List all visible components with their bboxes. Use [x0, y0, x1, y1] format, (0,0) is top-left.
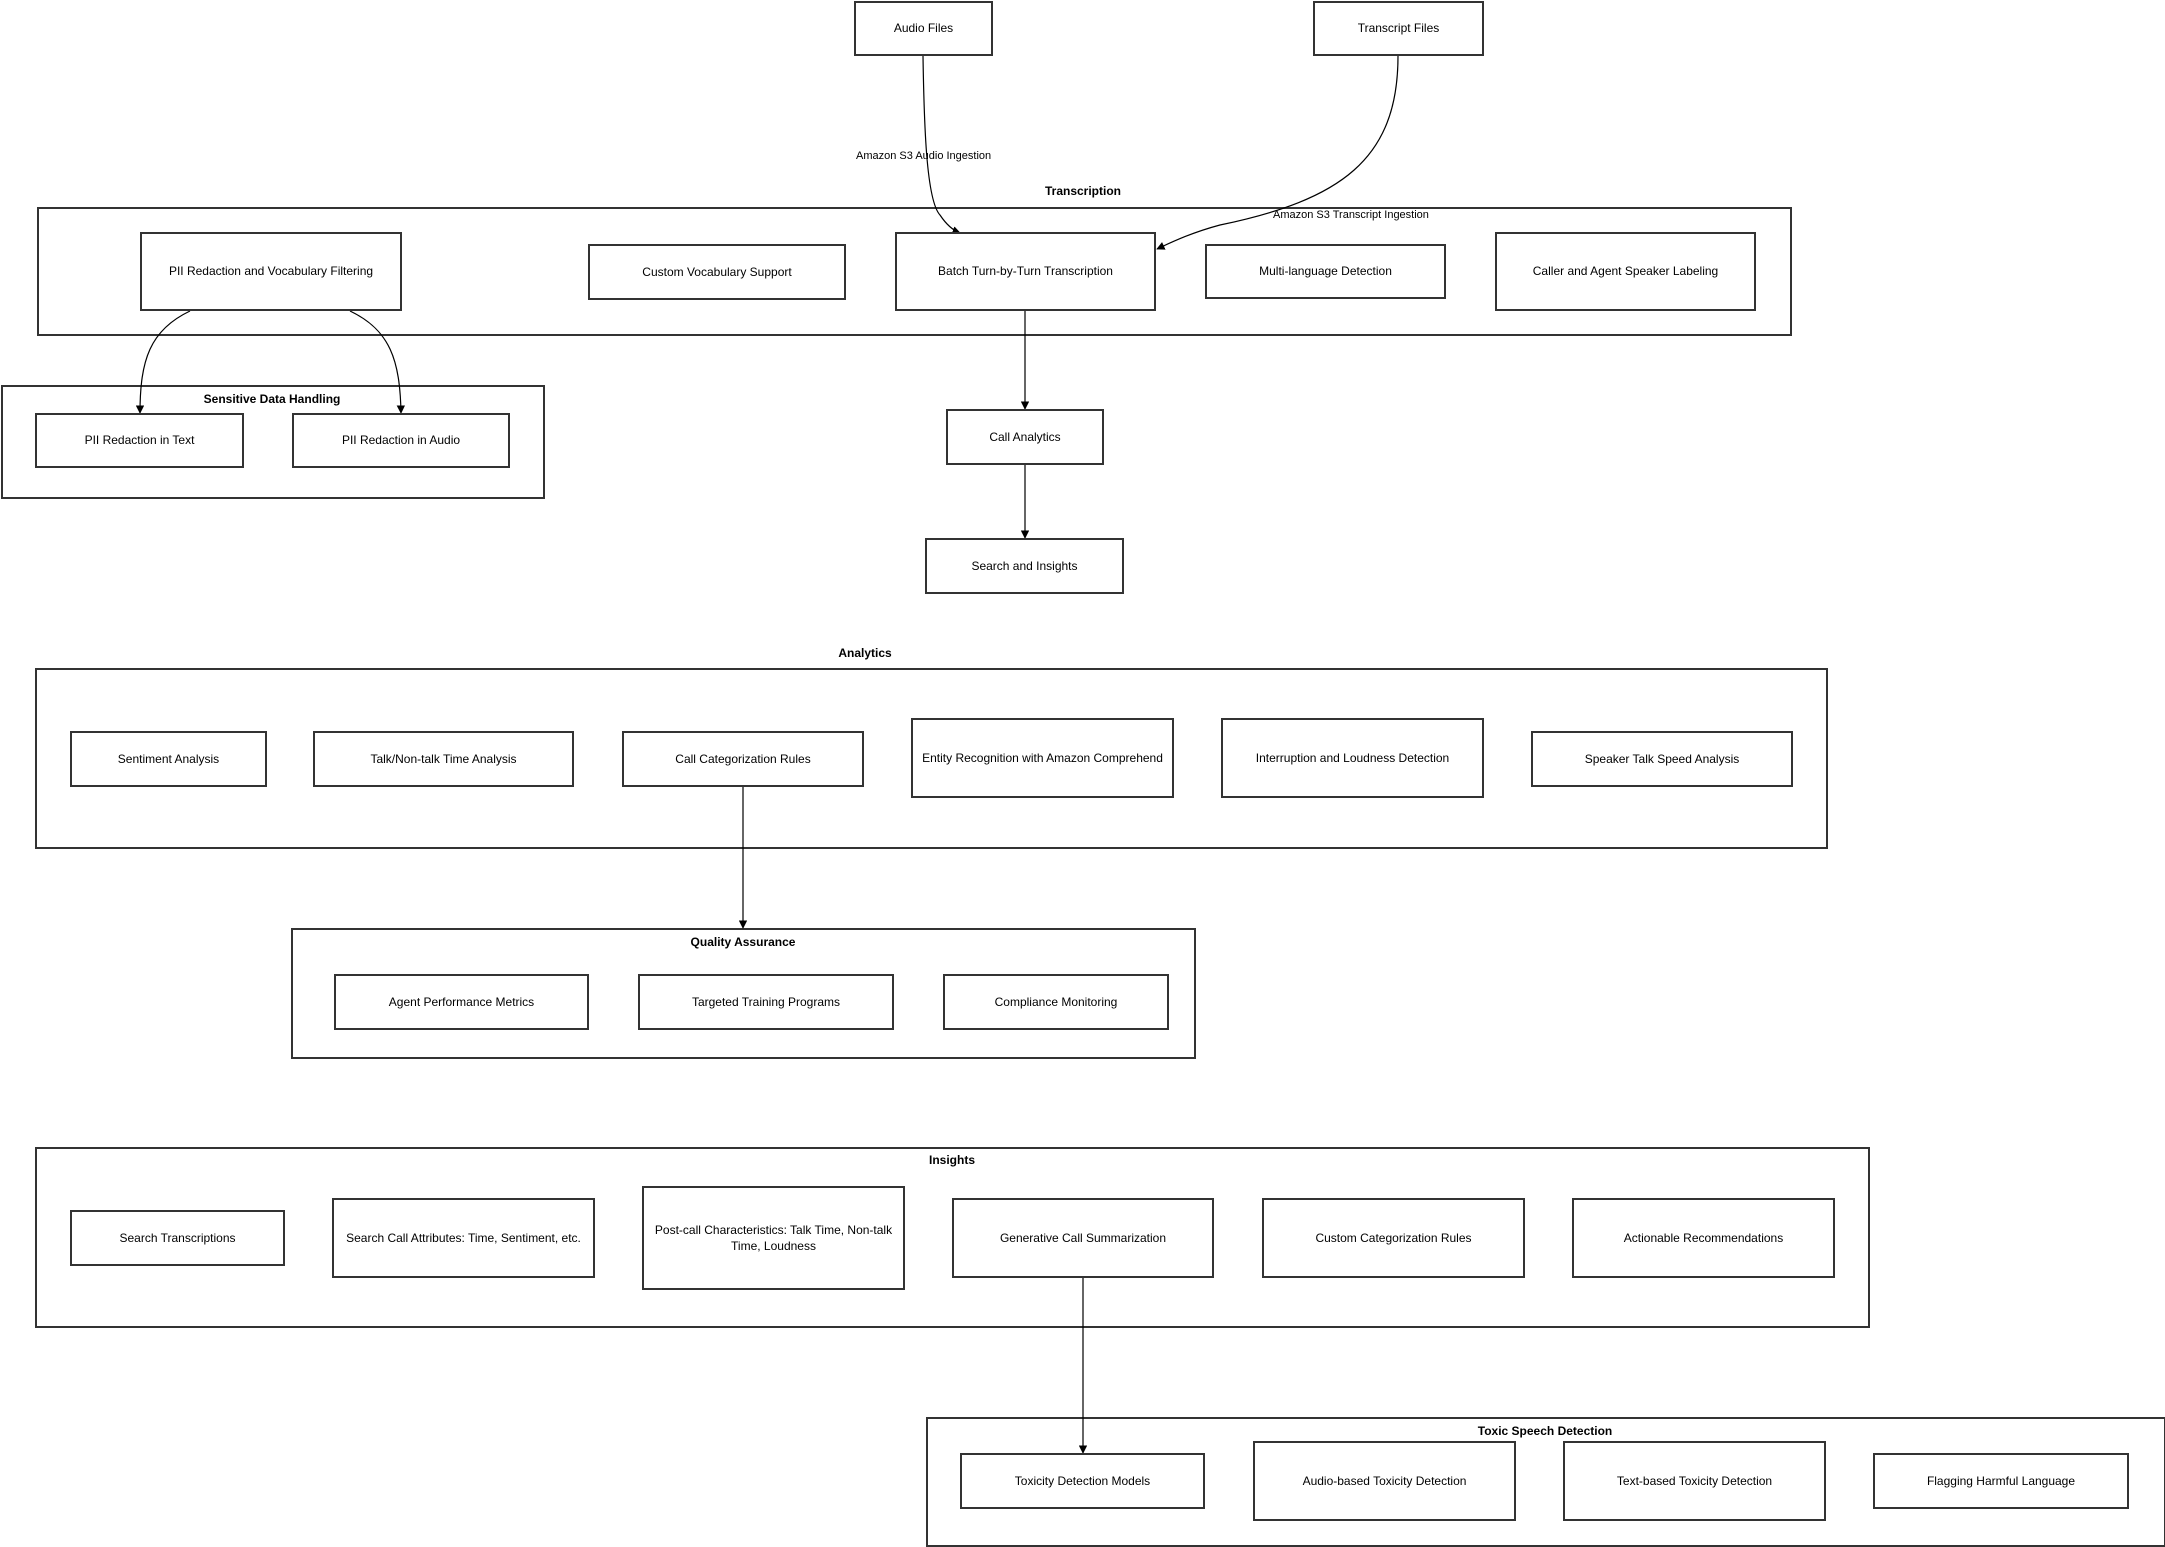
edge-label-transcript-ingestion: Amazon S3 Transcript Ingestion — [1273, 209, 1429, 221]
node-sentiment-analysis[interactable]: Sentiment Analysis — [70, 731, 267, 787]
node-pii-redaction-audio[interactable]: PII Redaction in Audio — [292, 413, 510, 468]
node-agent-performance-metrics[interactable]: Agent Performance Metrics — [334, 974, 589, 1030]
node-talk-nontalk-time[interactable]: Talk/Non-talk Time Analysis — [313, 731, 574, 787]
node-speaker-talk-speed[interactable]: Speaker Talk Speed Analysis — [1531, 731, 1793, 787]
node-generative-call-summarization[interactable]: Generative Call Summarization — [952, 1198, 1214, 1278]
group-title-sensitive-data-handling: Sensitive Data Handling — [203, 392, 341, 406]
group-title-transcription: Transcription — [1044, 184, 1122, 198]
node-targeted-training[interactable]: Targeted Training Programs — [638, 974, 894, 1030]
node-actionable-recommendations[interactable]: Actionable Recommendations — [1572, 1198, 1835, 1278]
node-custom-vocabulary-support[interactable]: Custom Vocabulary Support — [588, 244, 846, 300]
group-title-toxic-speech-detection: Toxic Speech Detection — [1477, 1424, 1613, 1438]
node-speaker-labeling[interactable]: Caller and Agent Speaker Labeling — [1495, 232, 1756, 311]
edge-label-audio-ingestion: Amazon S3 Audio Ingestion — [856, 150, 992, 162]
node-multi-language-detection[interactable]: Multi-language Detection — [1205, 244, 1446, 299]
node-compliance-monitoring[interactable]: Compliance Monitoring — [943, 974, 1169, 1030]
group-title-quality-assurance: Quality Assurance — [690, 935, 796, 949]
node-flagging-harmful-language[interactable]: Flagging Harmful Language — [1873, 1453, 2129, 1509]
node-audio-toxicity-detection[interactable]: Audio-based Toxicity Detection — [1253, 1441, 1516, 1521]
node-audio-files[interactable]: Audio Files — [854, 1, 993, 56]
group-title-analytics: Analytics — [838, 646, 892, 660]
node-call-analytics[interactable]: Call Analytics — [946, 409, 1104, 465]
node-post-call-characteristics[interactable]: Post-call Characteristics: Talk Time, No… — [642, 1186, 905, 1290]
node-toxicity-detection-models[interactable]: Toxicity Detection Models — [960, 1453, 1205, 1509]
node-text-toxicity-detection[interactable]: Text-based Toxicity Detection — [1563, 1441, 1826, 1521]
node-transcript-files[interactable]: Transcript Files — [1313, 1, 1484, 56]
node-search-transcriptions[interactable]: Search Transcriptions — [70, 1210, 285, 1266]
node-interruption-loudness[interactable]: Interruption and Loudness Detection — [1221, 718, 1484, 798]
node-pii-redaction-text[interactable]: PII Redaction in Text — [35, 413, 244, 468]
node-pii-redaction-vocab-filtering[interactable]: PII Redaction and Vocabulary Filtering — [140, 232, 402, 311]
node-entity-recognition[interactable]: Entity Recognition with Amazon Comprehen… — [911, 718, 1174, 798]
node-call-categorization-rules[interactable]: Call Categorization Rules — [622, 731, 864, 787]
node-batch-transcription[interactable]: Batch Turn-by-Turn Transcription — [895, 232, 1156, 311]
group-title-insights: Insights — [928, 1153, 976, 1167]
node-search-call-attributes[interactable]: Search Call Attributes: Time, Sentiment,… — [332, 1198, 595, 1278]
node-custom-categorization-rules[interactable]: Custom Categorization Rules — [1262, 1198, 1525, 1278]
node-search-and-insights[interactable]: Search and Insights — [925, 538, 1124, 594]
